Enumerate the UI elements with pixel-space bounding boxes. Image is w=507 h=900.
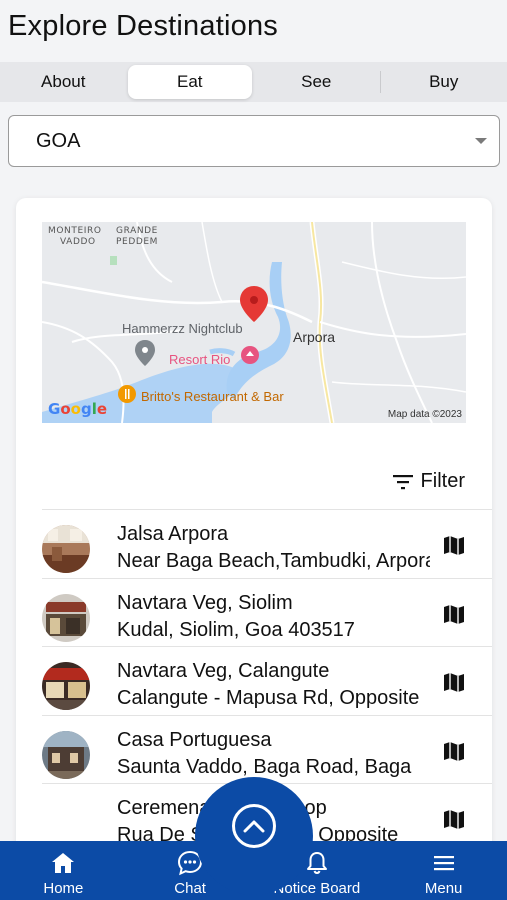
restaurant-address: Calangute - Mapusa Rd, Opposite [117,687,420,709]
divider [42,509,492,510]
tab-see[interactable]: See [254,65,379,99]
scroll-to-top-button[interactable] [195,777,313,895]
restaurant-name: Jalsa Arpora [117,523,229,545]
restaurant-name: Casa Portuguesa [117,728,272,751]
map-label-grande: GRANDE [116,226,158,236]
map-label-hammerzz: Hammerzz Nightclub [122,321,243,336]
tab-bar: About Eat See Buy [0,62,507,102]
filter-button[interactable]: Filter [392,470,465,493]
map-label-arpora: Arpora [293,329,336,345]
nav-home[interactable]: Home [0,841,127,900]
list-item[interactable]: Navtara Veg, Calangute Calangute - Mapus… [16,646,492,715]
restaurant-thumbnail [42,662,90,710]
page-title: Explore Destinations [8,10,278,42]
list-item[interactable]: Navtara Veg, Siolim Kudal, Siolim, Goa 4… [16,577,492,647]
map-credit: Map data ©2023 [387,409,462,420]
list-item[interactable]: Casa Portuguesa Saunta Vaddo, Baga Road,… [16,714,492,784]
map-icon[interactable] [443,671,465,693]
map-label-vaddo: VADDO [60,237,96,247]
location-select-value: GOA [36,129,81,152]
map-label-resort-rio: Resort Rio [169,352,231,367]
restaurant-address: Near Baga Beach,Tambudki, Arpora, Goa [117,550,430,572]
divider [42,646,492,647]
map-icon[interactable] [443,603,465,625]
divider [42,714,492,716]
restaurant-thumbnail [42,525,90,573]
nav-menu[interactable]: Menu [380,841,507,900]
destination-card: MONTEIRO VADDO GRANDE PEDDEM Hammerzz Ni… [16,198,492,858]
restaurant-thumbnail [42,730,90,779]
divider [42,577,492,579]
home-icon [52,853,75,873]
nav-menu-label: Menu [424,880,463,897]
google-logo: Google [48,400,108,418]
map-label-monteiro: MONTEIRO [48,226,102,236]
filter-label: Filter [420,470,465,492]
map-label-brittos: Britto's Restaurant & Bar [141,389,284,404]
map-icon[interactable] [443,808,465,830]
map-icon[interactable] [443,534,465,556]
tab-buy[interactable]: Buy [381,65,506,99]
nav-home-label: Home [43,880,84,897]
location-select[interactable]: GOA [8,115,500,167]
restaurant-address: Saunta Vaddo, Baga Road, Baga [117,755,412,778]
hamburger-menu-icon [433,856,454,871]
dropdown-caret-icon [475,138,487,144]
map-view[interactable]: MONTEIRO VADDO GRANDE PEDDEM Hammerzz Ni… [42,222,466,423]
tab-about[interactable]: About [1,65,126,99]
nav-chat-label: Chat [174,880,206,897]
map-icon[interactable] [443,740,465,762]
filter-icon [392,474,413,489]
restaurant-name: Navtara Veg, Siolim [117,591,293,614]
restaurant-address: Kudal, Siolim, Goa 403517 [117,618,355,641]
chevron-up-icon [232,804,276,848]
restaurant-thumbnail [42,593,90,642]
list-item[interactable]: Jalsa Arpora Near Baga Beach,Tambudki, A… [16,509,492,578]
tab-divider [379,71,381,93]
map-label-peddem: PEDDEM [116,237,159,247]
tab-eat[interactable]: Eat [127,65,252,99]
restaurant-name: Navtara Veg, Calangute [117,660,330,682]
